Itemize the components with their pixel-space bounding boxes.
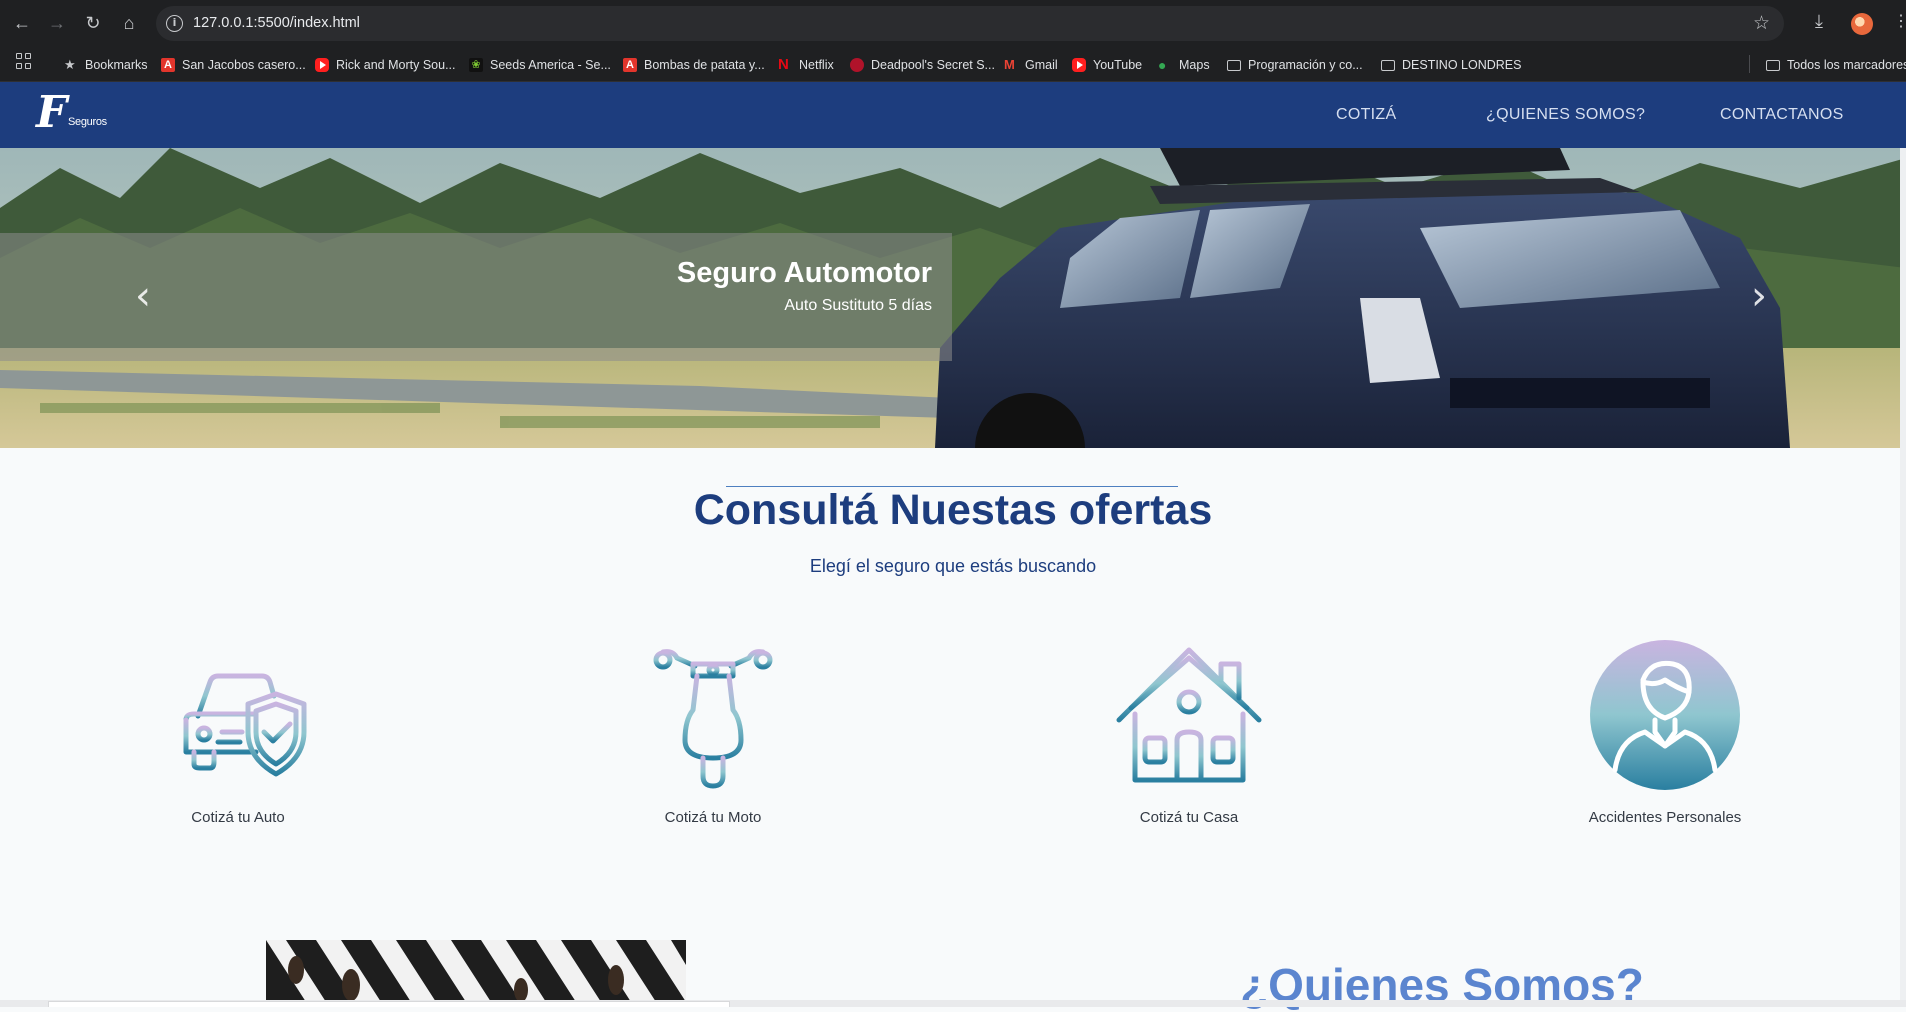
crosswalk-image xyxy=(266,940,686,1002)
back-arrow-icon[interactable]: ← xyxy=(10,11,34,35)
bookmark-label: Netflix xyxy=(799,58,834,72)
forward-arrow-icon[interactable]: → xyxy=(45,11,69,35)
offers-subtitle: Elegí el seguro que estás buscando xyxy=(809,556,1097,576)
offer-card-auto[interactable]: Cotizá tu Auto xyxy=(138,640,338,860)
offer-card-label: Cotizá tu Auto xyxy=(191,809,285,826)
youtube-icon xyxy=(315,58,329,72)
car-shield-icon xyxy=(183,673,307,777)
bookmark-item[interactable]: ★ Bookmarks xyxy=(64,55,148,75)
netflix-icon: N xyxy=(778,56,789,73)
offers-title: Consultá Nuestas ofertas xyxy=(693,486,1213,534)
bookmark-label: Todos los marcadores xyxy=(1787,58,1906,72)
bookmark-folder[interactable]: Programación y co... xyxy=(1227,55,1363,75)
bottom-panel-tab xyxy=(48,1001,730,1007)
hero-subtitle: Auto Sustituto 5 días xyxy=(784,297,932,314)
menu-kebab-icon[interactable]: ⋮ xyxy=(1893,11,1906,31)
bookmark-label: Deadpool's Secret S... xyxy=(871,58,995,72)
nav-link-quienes-somos[interactable]: ¿QUIENES SOMOS? xyxy=(1486,106,1645,124)
folder-icon xyxy=(1227,59,1241,71)
bookmark-label: Programación y co... xyxy=(1248,58,1363,72)
nav-link-cotiza[interactable]: COTIZÁ xyxy=(1336,106,1396,124)
bookmark-item[interactable]: A San Jacobos casero... xyxy=(161,55,306,75)
logo-letter: F xyxy=(36,87,68,138)
bookmark-label: Seeds America - Se... xyxy=(490,58,611,72)
scooter-icon xyxy=(653,649,773,789)
logo-text: Seguros xyxy=(68,116,107,128)
person-icon xyxy=(1590,640,1740,790)
offer-card-moto[interactable]: Cotizá tu Moto xyxy=(613,640,813,860)
bookmark-star-icon[interactable]: ☆ xyxy=(1753,12,1770,35)
bookmark-item[interactable]: N Netflix xyxy=(778,55,834,75)
browser-toolbar: ← → ↻ ⌂ i 127.0.0.1:5500/index.html ☆ ⤓ … xyxy=(0,0,1906,47)
bookmark-label: Bookmarks xyxy=(85,58,148,72)
chevron-right-icon[interactable]: › xyxy=(1744,276,1774,316)
bookmark-item[interactable]: YouTube xyxy=(1072,55,1142,75)
offer-card-label: Cotizá tu Moto xyxy=(664,809,762,826)
bookmark-label: Maps xyxy=(1179,58,1210,72)
hero-title: Seguro Automotor xyxy=(676,257,932,289)
maps-icon: ● xyxy=(1158,57,1167,73)
bookmark-item[interactable]: M Gmail xyxy=(1004,55,1058,75)
house-icon xyxy=(1116,647,1262,783)
bookmark-label: Gmail xyxy=(1025,58,1058,72)
offer-card-casa[interactable]: Cotizá tu Casa xyxy=(1089,640,1289,860)
offer-card-label: Cotizá tu Casa xyxy=(1139,809,1239,826)
home-icon[interactable]: ⌂ xyxy=(117,11,141,35)
site-logo[interactable]: F Seguros xyxy=(36,87,120,139)
deadpool-icon xyxy=(850,58,864,72)
chevron-left-icon[interactable]: ‹ xyxy=(128,276,158,316)
bookmark-item[interactable]: Deadpool's Secret S... xyxy=(850,55,995,75)
bookmark-label: Bombas de patata y... xyxy=(644,58,765,72)
youtube-icon xyxy=(1072,58,1086,72)
bookmark-item[interactable]: ● Maps xyxy=(1158,55,1210,75)
acrobat-icon: A xyxy=(623,58,637,72)
site-info-icon[interactable]: i xyxy=(166,15,183,32)
folder-icon xyxy=(1381,59,1395,71)
profile-avatar[interactable] xyxy=(1851,13,1873,35)
acrobat-icon: A xyxy=(161,58,175,72)
hero-carousel: Seguro Automotor Auto Sustituto 5 días ‹… xyxy=(0,148,1906,448)
crosswalk-image-art xyxy=(266,940,686,1002)
all-bookmarks-folder[interactable]: Todos los marcadores xyxy=(1766,55,1906,75)
page-scrollbar[interactable] xyxy=(1900,148,1906,1000)
bookmark-item[interactable]: Rick and Morty Sou... xyxy=(315,55,456,75)
seeds-icon: ❀ xyxy=(469,58,483,72)
bookmark-label: YouTube xyxy=(1093,58,1143,72)
bookmarks-divider xyxy=(1749,55,1750,73)
bookmark-label: San Jacobos casero... xyxy=(182,58,306,72)
bookmark-item[interactable]: ❀ Seeds America - Se... xyxy=(469,55,611,75)
apps-grid-icon[interactable] xyxy=(16,53,32,69)
nav-link-contactanos[interactable]: CONTACTANOS xyxy=(1720,106,1844,124)
download-icon[interactable]: ⤓ xyxy=(1815,11,1823,32)
folder-icon xyxy=(1766,59,1780,71)
url-text[interactable]: 127.0.0.1:5500/index.html xyxy=(193,15,360,31)
reload-icon[interactable]: ↻ xyxy=(81,11,105,35)
bookmark-folder[interactable]: DESTINO LONDRES xyxy=(1381,55,1521,75)
offer-card-accidentes[interactable]: Accidentes Personales xyxy=(1565,640,1765,860)
bookmark-label: DESTINO LONDRES xyxy=(1402,58,1522,72)
star-icon: ★ xyxy=(64,57,76,72)
bookmark-item[interactable]: A Bombas de patata y... xyxy=(623,55,765,75)
gmail-icon: M xyxy=(1004,57,1015,72)
offer-card-label: Accidentes Personales xyxy=(1588,809,1742,826)
bookmark-label: Rick and Morty Sou... xyxy=(336,58,456,72)
site-header: F Seguros COTIZÁ ¿QUIENES SOMOS? CONTACT… xyxy=(0,82,1906,148)
address-bar[interactable]: i 127.0.0.1:5500/index.html ☆ xyxy=(156,6,1784,41)
